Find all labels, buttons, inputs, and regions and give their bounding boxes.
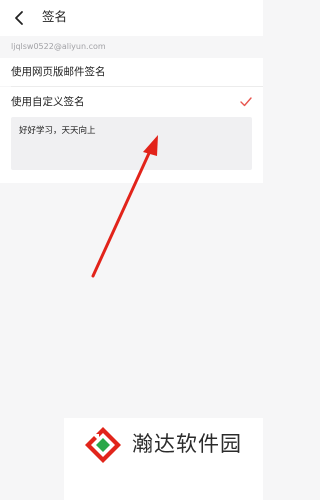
watermark-logo-icon <box>85 427 121 463</box>
option-web-signature[interactable]: 使用网页版邮件签名 <box>0 58 263 86</box>
signature-text-input[interactable]: 好好学习，天天向上 <box>11 117 252 170</box>
signature-text: 好好学习，天天向上 <box>19 126 96 136</box>
watermark: 瀚达软件园 <box>64 418 263 500</box>
account-email: ljqlsw0522@aliyun.com <box>11 42 106 51</box>
checkmark-icon <box>240 97 252 107</box>
option-custom-signature-label: 使用自定义签名 <box>11 96 85 108</box>
page-title: 签名 <box>42 9 68 24</box>
watermark-text: 瀚达软件园 <box>132 432 242 456</box>
top-bar: 签名 <box>0 0 263 36</box>
option-web-signature-label: 使用网页版邮件签名 <box>11 66 106 78</box>
chevron-left-icon[interactable] <box>10 8 30 28</box>
